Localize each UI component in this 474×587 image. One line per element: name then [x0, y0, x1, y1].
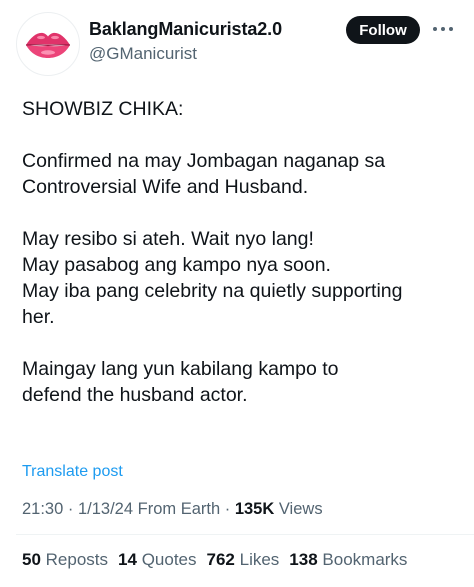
display-name[interactable]: BaklangManicurista2.0: [89, 19, 282, 40]
meta-separator: ·: [63, 500, 78, 518]
views-count[interactable]: 135K: [235, 500, 274, 518]
meta-separator: ·: [220, 500, 235, 518]
tweet-line: May resibo si ateh. Wait nyo lang!: [22, 228, 314, 250]
more-button[interactable]: [430, 18, 456, 40]
tweet-line: Controversial Wife and Husband.: [22, 176, 309, 198]
likes-stat[interactable]: 762 Likes: [207, 550, 280, 570]
tweet-line-break: [22, 330, 462, 356]
tweet-header: BaklangManicurista2.0 @GManicurist Follo…: [0, 0, 474, 90]
quotes-stat[interactable]: 14 Quotes: [118, 550, 196, 570]
tweet-line: May iba pang celebrity na quietly suppor…: [22, 280, 403, 302]
more-horizontal-icon: [433, 27, 453, 31]
reposts-stat[interactable]: 50 Reposts: [22, 550, 108, 570]
engagement-stats: 50 Reposts 14 Quotes 762 Likes 138 Bookm…: [22, 550, 407, 570]
reposts-count: 50: [22, 550, 41, 569]
translate-post-link[interactable]: Translate post: [22, 463, 123, 481]
tweet-line: May pasabog ang kampo nya soon.: [22, 254, 331, 276]
likes-label: Likes: [239, 550, 280, 569]
tweet-text: SHOWBIZ CHIKA: Confirmed na may Jombagan…: [22, 96, 462, 408]
follow-button[interactable]: Follow: [346, 16, 420, 44]
tweet-line-break: [22, 122, 462, 148]
post-source: From Earth: [133, 500, 221, 518]
views-label: Views: [274, 500, 323, 518]
reposts-label: Reposts: [45, 550, 109, 569]
divider: [16, 534, 474, 535]
user-handle[interactable]: @GManicurist: [89, 44, 197, 64]
post-date[interactable]: 1/13/24: [78, 500, 133, 518]
tweet-line: defend the husband actor.: [22, 384, 248, 406]
tweet-line: Confirmed na may Jombagan naganap sa: [22, 150, 386, 172]
tweet-line: SHOWBIZ CHIKA:: [22, 98, 184, 120]
bookmarks-count: 138: [289, 550, 318, 569]
tweet-line-break: [22, 200, 462, 226]
tweet-line: her.: [22, 306, 55, 328]
post-time[interactable]: 21:30: [22, 500, 63, 518]
lips-icon: [25, 32, 71, 58]
post-meta: 21:30 · 1/13/24 From Earth · 135K Views: [22, 500, 323, 519]
likes-count: 762: [206, 550, 235, 569]
avatar[interactable]: [16, 12, 80, 76]
bookmarks-stat[interactable]: 138 Bookmarks: [289, 550, 407, 570]
quotes-label: Quotes: [141, 550, 197, 569]
bookmarks-label: Bookmarks: [322, 550, 408, 569]
tweet-line: Maingay lang yun kabilang kampo to: [22, 358, 339, 380]
quotes-count: 14: [118, 550, 137, 569]
